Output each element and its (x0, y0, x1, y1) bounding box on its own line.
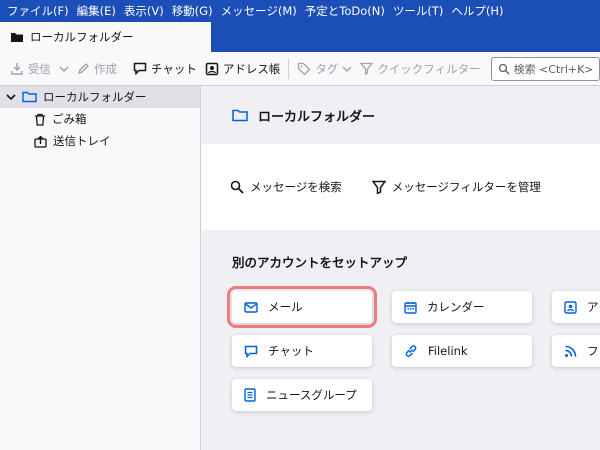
outbox-icon (34, 135, 47, 148)
trash-icon (34, 113, 46, 126)
setup-filelink-button[interactable]: Filelink (392, 335, 532, 367)
content-header: ローカルフォルダー (202, 86, 600, 144)
setup-newsgroup-button[interactable]: ニュースグループ (232, 379, 372, 411)
calendar-icon (404, 301, 417, 314)
folder-pane: ローカルフォルダー ごみ箱 送信トレイ (0, 86, 201, 450)
tag-button[interactable]: タグ (293, 56, 356, 82)
folder-row-local-folders[interactable]: ローカルフォルダー (0, 86, 200, 108)
tab-local-folders[interactable]: ローカルフォルダー (0, 22, 211, 52)
address-book-button[interactable]: アドレス帳 (201, 56, 285, 82)
folder-icon (232, 109, 248, 122)
link-icon (404, 344, 418, 358)
page-title: ローカルフォルダー (258, 109, 376, 125)
get-mail-dropdown[interactable] (55, 56, 73, 82)
chat-button[interactable]: チャット (129, 56, 201, 82)
search-messages-button[interactable]: メッセージを検索 (230, 179, 342, 195)
tab-label: ローカルフォルダー (30, 30, 134, 44)
setup-mail-button[interactable]: メール (227, 286, 377, 328)
setup-calendar-button[interactable]: カレンダー (392, 291, 532, 323)
toolbar: 受信 作成 チャット アドレス帳 タグ クイックフィルター 検索 <Ctrl+K… (0, 52, 600, 86)
search-placeholder: 検索 <Ctrl+K> (513, 62, 594, 76)
card-label: チャット (268, 344, 314, 358)
search-icon (230, 180, 244, 194)
folder-label: ごみ箱 (52, 112, 87, 126)
filter-icon (371, 180, 386, 194)
folder-label: 送信トレイ (53, 134, 111, 148)
folder-icon (22, 91, 37, 103)
manage-filters-label: メッセージフィルターを管理 (391, 180, 541, 194)
write-label: 作成 (94, 61, 117, 76)
address-book-label: アドレス帳 (222, 61, 281, 76)
manage-filters-button[interactable]: メッセージフィルターを管理 (371, 179, 541, 195)
quick-filter-button[interactable]: クイックフィルター (356, 56, 484, 82)
card-label: メール (268, 300, 303, 314)
menu-message[interactable]: メッセージ(M) (217, 3, 301, 19)
download-icon (10, 62, 24, 76)
chevron-down-icon (59, 65, 69, 73)
tag-label: タグ (315, 61, 339, 76)
chat-label: チャット (151, 61, 197, 76)
search-messages-label: メッセージを検索 (250, 180, 342, 194)
chevron-down-icon[interactable] (6, 93, 16, 101)
tag-icon (297, 62, 311, 76)
folder-icon (10, 31, 24, 43)
chevron-down-icon (342, 65, 352, 73)
rss-icon (564, 345, 577, 358)
folder-label: ローカルフォルダー (43, 90, 147, 104)
menu-bar: ファイル(F) 編集(E) 表示(V) 移動(G) メッセージ(M) 予定とTo… (0, 0, 600, 22)
chat-icon (244, 345, 258, 358)
setup-address-book-button[interactable]: ア (552, 291, 600, 323)
folder-row-trash[interactable]: ごみ箱 (0, 108, 200, 130)
quick-filter-label: クイックフィルター (377, 61, 481, 76)
menu-events-tasks[interactable]: 予定とToDo(N) (301, 3, 389, 19)
toolbar-separator (288, 58, 290, 79)
chat-icon (133, 62, 147, 75)
account-central: ローカルフォルダー メッセージを検索 メッセージフィルターを管理 別のアカウント… (202, 86, 600, 450)
menu-edit[interactable]: 編集(E) (73, 3, 120, 19)
search-input[interactable]: 検索 <Ctrl+K> (490, 56, 600, 81)
card-label: ニュースグループ (266, 388, 357, 402)
menu-view[interactable]: 表示(V) (120, 3, 168, 19)
newsgroup-icon (244, 388, 256, 402)
write-button[interactable]: 作成 (73, 56, 121, 82)
card-label: ア (587, 300, 599, 314)
setup-section-title: 別のアカウントをセットアップ (232, 255, 408, 270)
folder-actions: メッセージを検索 メッセージフィルターを管理 (202, 144, 600, 230)
address-book-icon (564, 300, 577, 314)
menu-go[interactable]: 移動(G) (168, 3, 217, 19)
card-label: Filelink (428, 344, 468, 358)
card-label: フ (587, 344, 599, 358)
envelope-icon (244, 301, 258, 313)
pencil-icon (77, 62, 90, 75)
setup-chat-button[interactable]: チャット (232, 335, 372, 367)
address-book-icon (205, 62, 219, 76)
filter-icon (360, 62, 374, 75)
tab-strip: ローカルフォルダー (0, 22, 600, 52)
get-mail-button[interactable]: 受信 (6, 56, 55, 82)
card-label: カレンダー (427, 300, 485, 314)
menu-file[interactable]: ファイル(F) (3, 3, 73, 19)
setup-feed-button[interactable]: フ (552, 335, 600, 367)
search-icon (498, 63, 510, 75)
menu-tools[interactable]: ツール(T) (389, 3, 448, 19)
folder-row-outbox[interactable]: 送信トレイ (0, 130, 200, 152)
get-mail-label: 受信 (28, 61, 51, 76)
menu-help[interactable]: ヘルプ(H) (447, 3, 507, 19)
